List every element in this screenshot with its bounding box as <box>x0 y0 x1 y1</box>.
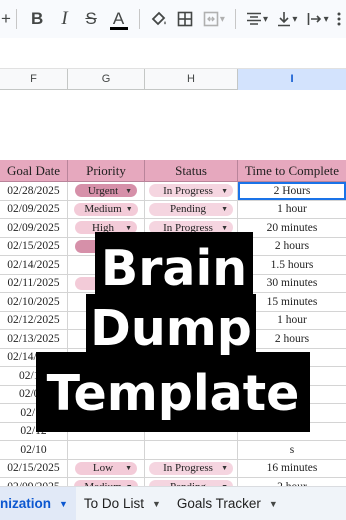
status-cell[interactable]: In Progress <box>145 459 238 477</box>
priority-cell[interactable]: Urgent <box>68 182 145 200</box>
header-time-to-complete[interactable]: Time to Complete <box>238 160 346 181</box>
sheet-tab-bar: nization ▼ To Do List ▼ Goals Tracker ▼ <box>0 486 346 520</box>
text-color-swatch <box>110 27 129 30</box>
priority-cell[interactable]: Low <box>68 459 145 477</box>
table-row: 02/09/2025 Medium Pending 1 hour <box>0 200 346 219</box>
time-to-complete-cell[interactable]: 30 minutes <box>238 275 346 293</box>
sheet-tab-label: nization <box>0 496 51 511</box>
time-to-complete-cell[interactable]: 16 minutes <box>238 460 346 478</box>
paint-bucket-icon <box>151 11 166 26</box>
formula-area <box>0 38 346 68</box>
header-priority[interactable]: Priority <box>68 160 145 181</box>
header-status[interactable]: Status <box>145 160 238 181</box>
column-letter-i[interactable]: I <box>238 69 346 90</box>
bold-button[interactable]: B <box>23 4 51 34</box>
toolbar-divider <box>138 9 140 29</box>
text-color-button[interactable]: A <box>104 4 132 34</box>
vertical-align-button[interactable] <box>272 4 302 34</box>
status-dropdown-chip[interactable]: In Progress <box>149 461 233 475</box>
table-row: 02/10 s <box>0 441 346 460</box>
time-to-complete-cell[interactable]: 2 hours <box>238 238 346 256</box>
partial-plus-icon[interactable]: + <box>1 4 11 34</box>
selected-time-cell[interactable]: 2 Hours <box>238 182 346 200</box>
text-wrap-icon <box>307 13 321 25</box>
vertical-align-bottom-icon <box>278 12 291 27</box>
column-header-bar: F G H I <box>0 68 346 90</box>
goal-date-cell[interactable]: 02/14/2025 <box>0 256 68 274</box>
goal-date-cell[interactable]: 02/10/2025 <box>0 293 68 311</box>
table-row: 02/15/2025 Low In Progress 16 minutes <box>0 459 346 478</box>
sheet-tab-label: To Do List <box>83 496 144 511</box>
overlay-title-line-1: Brain <box>100 240 248 297</box>
strikethrough-button[interactable]: S <box>78 4 105 34</box>
toolbar-divider <box>16 9 17 29</box>
sheet-tab-goals-tracker[interactable]: Goals Tracker ▼ <box>169 487 286 520</box>
toolbar-divider <box>234 9 236 29</box>
chevron-down-icon[interactable]: ▼ <box>152 499 161 509</box>
time-to-complete-cell[interactable]: 1.5 hours <box>238 256 346 274</box>
sheet-tab-organization[interactable]: nization ▼ <box>0 486 76 520</box>
borders-button[interactable] <box>172 4 199 34</box>
column-letter-g[interactable]: G <box>68 69 145 90</box>
priority-cell[interactable]: Medium <box>68 200 145 218</box>
align-center-icon <box>247 12 262 25</box>
priority-dropdown-chip[interactable]: Low <box>75 461 137 475</box>
goal-date-cell[interactable]: 02/09/2025 <box>0 219 68 237</box>
sheet-tab-todo-list[interactable]: To Do List ▼ <box>76 487 169 520</box>
merge-cells-icon <box>203 11 219 27</box>
header-goal-date[interactable]: Goal Date <box>0 160 68 181</box>
time-to-complete-cell[interactable]: s <box>238 441 346 459</box>
overlay-title-line-2: Dump <box>90 300 252 357</box>
status-dropdown-chip[interactable]: In Progress <box>149 184 233 198</box>
italic-button[interactable]: I <box>51 4 78 34</box>
more-options-icon[interactable] <box>333 4 346 34</box>
time-to-complete-cell[interactable]: 1 hour <box>238 201 346 219</box>
chevron-down-icon[interactable]: ▼ <box>269 499 278 509</box>
goal-date-cell[interactable]: 02/15/2025 <box>0 459 68 477</box>
goal-date-cell[interactable]: 02/13/2025 <box>0 330 68 348</box>
kebab-icon <box>337 12 341 26</box>
goal-date-cell[interactable]: 02/09/2025 <box>0 200 68 218</box>
priority-dropdown-chip[interactable]: Urgent <box>75 184 137 198</box>
priority-cell[interactable] <box>68 441 145 459</box>
status-cell[interactable] <box>145 441 238 459</box>
goal-date-cell[interactable]: 02/12/2025 <box>0 311 68 329</box>
merge-cells-button[interactable] <box>199 4 229 34</box>
text-color-icon: A <box>112 9 125 28</box>
status-cell[interactable]: In Progress <box>145 182 238 200</box>
goal-date-cell[interactable]: 02/28/2025 <box>0 182 68 200</box>
borders-icon <box>178 11 193 27</box>
column-letter-h[interactable]: H <box>145 69 238 90</box>
goal-date-cell[interactable]: 02/11/2025 <box>0 274 68 292</box>
formatting-toolbar: + B I S A <box>0 0 346 38</box>
goal-date-cell[interactable]: 02/10 <box>0 441 68 459</box>
table-header-row: Goal Date Priority Status Time to Comple… <box>0 160 346 182</box>
status-cell[interactable]: Pending <box>145 200 238 218</box>
chevron-down-icon[interactable]: ▼ <box>59 499 68 509</box>
fill-color-button[interactable] <box>146 4 173 34</box>
horizontal-align-button[interactable] <box>242 4 272 34</box>
column-letter-f[interactable]: F <box>0 69 68 90</box>
sheet-tab-label: Goals Tracker <box>176 496 261 511</box>
goal-date-cell[interactable]: 02/15/2025 <box>0 237 68 255</box>
overlay-title-line-3: Template <box>46 365 300 422</box>
text-wrap-button[interactable] <box>302 4 332 34</box>
status-dropdown-chip[interactable]: Pending <box>149 202 233 216</box>
empty-rows-area <box>0 90 346 160</box>
priority-dropdown-chip[interactable]: Medium <box>74 202 138 216</box>
table-row: 02/28/2025 Urgent In Progress 2 Hours <box>0 182 346 201</box>
time-to-complete-cell[interactable]: 20 minutes <box>238 219 346 237</box>
